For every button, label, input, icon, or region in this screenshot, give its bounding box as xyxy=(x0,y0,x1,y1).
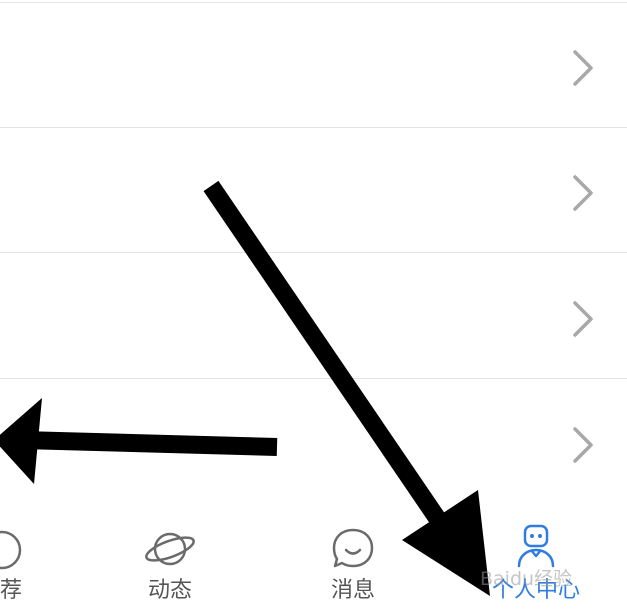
list-row-2[interactable] xyxy=(0,129,627,253)
list-row-1[interactable] xyxy=(0,4,627,128)
bottom-tab-bar: 荐 动态 消息 个人中心 xyxy=(0,506,627,616)
tab-profile-label: 个人中心 xyxy=(491,578,580,603)
chevron-right-icon xyxy=(573,175,593,211)
tab-messages-label: 消息 xyxy=(330,578,375,603)
list-row-3[interactable] xyxy=(0,255,627,379)
recommend-icon xyxy=(0,530,22,570)
settings-list xyxy=(0,0,627,506)
tab-profile[interactable]: 个人中心 xyxy=(476,506,596,616)
list-row-4[interactable] xyxy=(0,381,627,505)
tab-messages[interactable]: 消息 xyxy=(293,506,413,616)
chevron-right-icon xyxy=(573,50,593,86)
chat-bubble-icon xyxy=(332,528,374,568)
planet-icon xyxy=(145,532,195,566)
tab-recommend-label: 荐 xyxy=(0,578,22,603)
chevron-right-icon xyxy=(573,427,593,463)
chevron-right-icon xyxy=(573,301,593,337)
tab-recommend[interactable]: 荐 xyxy=(0,506,62,616)
tab-dynamics-label: 动态 xyxy=(147,578,192,603)
profile-robot-icon xyxy=(517,524,555,568)
tab-dynamics[interactable]: 动态 xyxy=(110,506,230,616)
